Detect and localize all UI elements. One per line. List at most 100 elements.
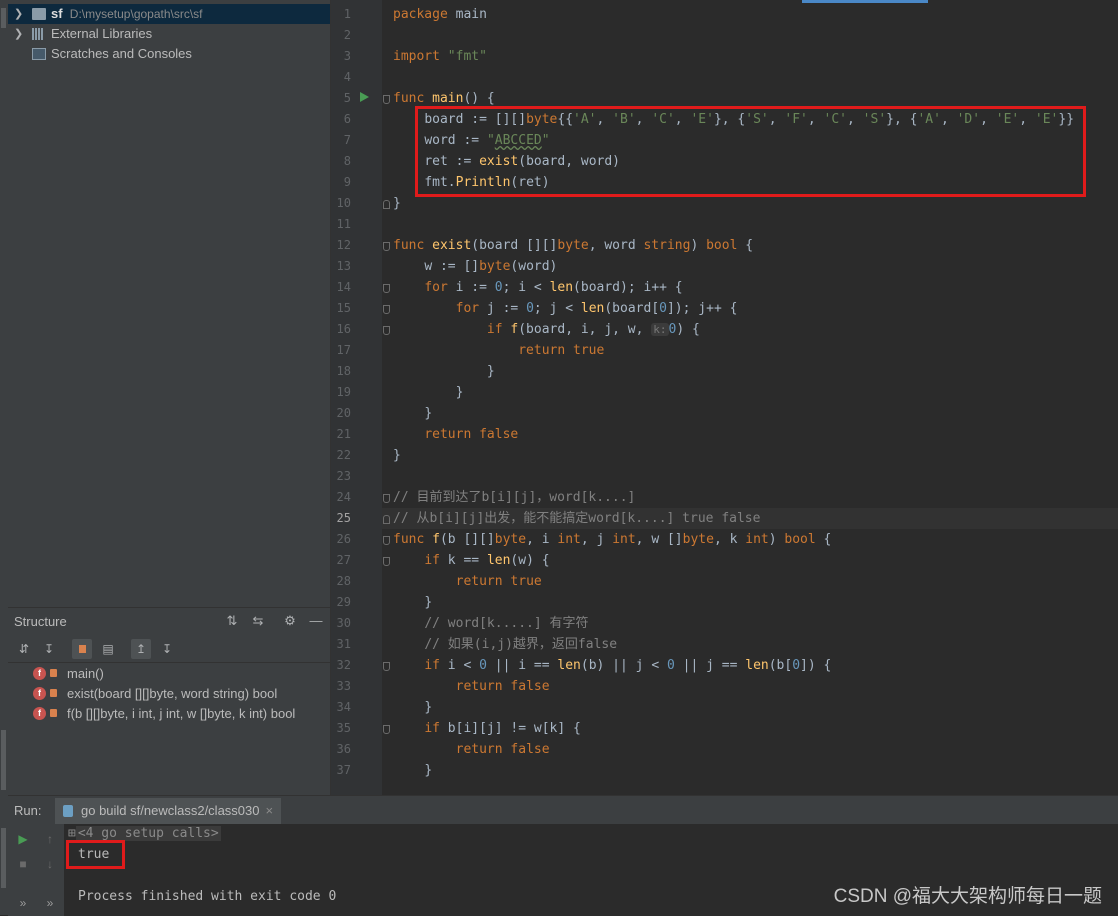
code-editor[interactable]: 1 2 3 4 5 6 7 8 9 10 11 12 13 14 15 16 17 18 19 20 21 22 23 24 2… xyxy=(331,0,1118,795)
structure-tool-tab[interactable] xyxy=(1,730,6,790)
hide-icon[interactable]: — xyxy=(308,613,324,629)
chevron-right-icon[interactable]: ❯ xyxy=(14,24,24,44)
type: bool xyxy=(706,238,738,253)
code-text: } xyxy=(486,364,495,379)
setup-calls[interactable]: <4 go setup calls> xyxy=(75,826,221,841)
inlay-hint: k: xyxy=(651,323,669,336)
stop-icon[interactable]: ■ xyxy=(14,855,32,873)
code-line-14[interactable]: for i := 0; i < len(board); i++ { xyxy=(393,277,682,298)
collapse-all-icon[interactable]: ⇆ xyxy=(250,613,266,629)
rerun-icon[interactable]: ▶ xyxy=(14,830,32,848)
fold-marker[interactable] xyxy=(383,95,390,104)
fold-marker[interactable] xyxy=(383,284,390,293)
code-line-3[interactable]: import "fmt" xyxy=(393,46,487,67)
number: 0 xyxy=(526,301,534,316)
code-line-27[interactable]: if k == len(w) { xyxy=(393,550,549,571)
code-line-32[interactable]: if i < 0 || i == len(b) || j < 0 || j ==… xyxy=(393,655,831,676)
code-line-25[interactable]: // 从b[i][j]出发，能不能搞定word[k....] true fals… xyxy=(382,508,1118,529)
code-line-24[interactable]: // 目前到达了b[i][j]，word[k....] xyxy=(393,487,635,508)
code-line-1[interactable]: package main xyxy=(393,4,487,25)
project-tool-tab[interactable] xyxy=(1,8,6,28)
run-gutter-icon[interactable] xyxy=(360,92,369,102)
fold-marker[interactable] xyxy=(383,515,390,524)
builtin: len xyxy=(549,280,574,295)
builtin: len xyxy=(745,658,769,673)
function-name: main xyxy=(432,91,464,106)
autoscroll-from-source-icon[interactable]: ↧ xyxy=(157,639,177,659)
code-line-28[interactable]: return true xyxy=(393,571,542,592)
gear-icon[interactable]: ⚙ xyxy=(282,613,298,629)
fold-marker[interactable] xyxy=(383,200,390,209)
arrow-down-icon[interactable]: ↓ xyxy=(41,855,59,873)
code-line-16[interactable]: if f(board, i, j, w, k: 0) { xyxy=(393,319,700,340)
fold-marker[interactable] xyxy=(383,494,390,503)
code-line-36[interactable]: return false xyxy=(393,739,550,760)
expand-all-icon[interactable]: ⇅ xyxy=(224,613,240,629)
code-line-31[interactable]: // 如果(i,j)越界，返回false xyxy=(393,634,617,655)
fold-marker[interactable] xyxy=(383,326,390,335)
code-line-10[interactable]: } xyxy=(393,193,401,214)
more-icon[interactable]: » xyxy=(41,894,59,912)
run-tab-label: go build sf/newclass2/class030 xyxy=(81,803,260,818)
run-tab[interactable]: go build sf/newclass2/class030 × xyxy=(55,798,282,824)
expand-icon[interactable]: ⊞ xyxy=(68,826,76,841)
type: byte xyxy=(494,532,527,547)
code-line-20[interactable]: } xyxy=(393,403,432,424)
keyword: for xyxy=(455,301,480,316)
autoscroll-to-source-icon[interactable]: ↥ xyxy=(131,639,151,659)
fold-marker[interactable] xyxy=(383,305,390,314)
code-text: k == xyxy=(447,553,487,568)
line-number: 25 xyxy=(336,511,351,525)
tree-item-scratches[interactable]: Scratches and Consoles xyxy=(8,44,330,64)
close-icon[interactable]: × xyxy=(266,803,274,818)
fold-marker[interactable] xyxy=(383,242,390,251)
code-line-18[interactable]: } xyxy=(393,361,495,382)
line-number: 17 xyxy=(336,343,351,357)
code-line-33[interactable]: return false xyxy=(393,676,550,697)
code-text: (board[ xyxy=(604,301,660,316)
show-private-icon[interactable] xyxy=(72,639,92,659)
fold-marker[interactable] xyxy=(383,662,390,671)
line-number: 12 xyxy=(336,238,351,252)
sort-alphabetically-icon[interactable]: ↧ xyxy=(39,639,59,659)
keyword: if xyxy=(424,658,448,673)
code-line-29[interactable]: } xyxy=(393,592,432,613)
chevron-right-icon[interactable]: ❯ xyxy=(14,4,24,24)
code-line-21[interactable]: return false xyxy=(393,424,518,445)
code-line-22[interactable]: } xyxy=(393,445,401,466)
code-text: i := xyxy=(447,280,495,295)
keyword: if xyxy=(424,721,448,736)
favorites-tool-tab[interactable] xyxy=(1,828,6,888)
more-icon[interactable]: » xyxy=(14,894,32,912)
keyword: true xyxy=(510,574,542,589)
code-line-12[interactable]: func exist(board [][]byte, word string) … xyxy=(393,235,753,256)
fold-marker[interactable] xyxy=(383,536,390,545)
code-line-17[interactable]: return true xyxy=(393,340,604,361)
fold-marker[interactable] xyxy=(383,557,390,566)
code-line-26[interactable]: func f(b [][]byte, i int, j int, w []byt… xyxy=(393,529,831,550)
structure-item-main[interactable]: f main() xyxy=(8,664,330,684)
code-line-34[interactable]: } xyxy=(393,697,432,718)
code-line-37[interactable]: } xyxy=(393,760,432,781)
arrow-up-icon[interactable]: ↑ xyxy=(41,830,59,848)
fold-marker[interactable] xyxy=(383,725,390,734)
tree-item-sf[interactable]: ❯ sf D:\mysetup\gopath\src\sf xyxy=(8,4,330,24)
code-text: () { xyxy=(463,91,495,106)
type: bool xyxy=(784,532,816,547)
code-line-19[interactable]: } xyxy=(393,382,464,403)
keyword: false xyxy=(510,679,550,694)
code-line-15[interactable]: for j := 0; j < len(board[0]); j++ { xyxy=(393,298,738,319)
function-name: f xyxy=(432,532,440,547)
type: string xyxy=(643,238,691,253)
code-line-13[interactable]: w := []byte(word) xyxy=(393,256,557,277)
code-line-30[interactable]: // word[k.....] 有字符 xyxy=(393,613,588,634)
line-number: 15 xyxy=(336,301,351,315)
sort-by-type-icon[interactable]: ⇵ xyxy=(14,639,34,659)
tree-item-external-libraries[interactable]: ❯ External Libraries xyxy=(8,24,330,44)
structure-item-f[interactable]: f f(b [][]byte, i int, j int, w []byte, … xyxy=(8,704,330,724)
gutter[interactable]: 1 2 3 4 5 6 7 8 9 10 11 12 13 14 15 16 17 18 19 20 21 22 23 24 2… xyxy=(331,0,382,795)
structure-item-exist[interactable]: f exist(board [][]byte, word string) boo… xyxy=(8,684,330,704)
code-line-35[interactable]: if b[i][j] != w[k] { xyxy=(393,718,581,739)
show-fields-icon[interactable]: ▤ xyxy=(98,639,118,659)
go-icon xyxy=(63,805,73,817)
